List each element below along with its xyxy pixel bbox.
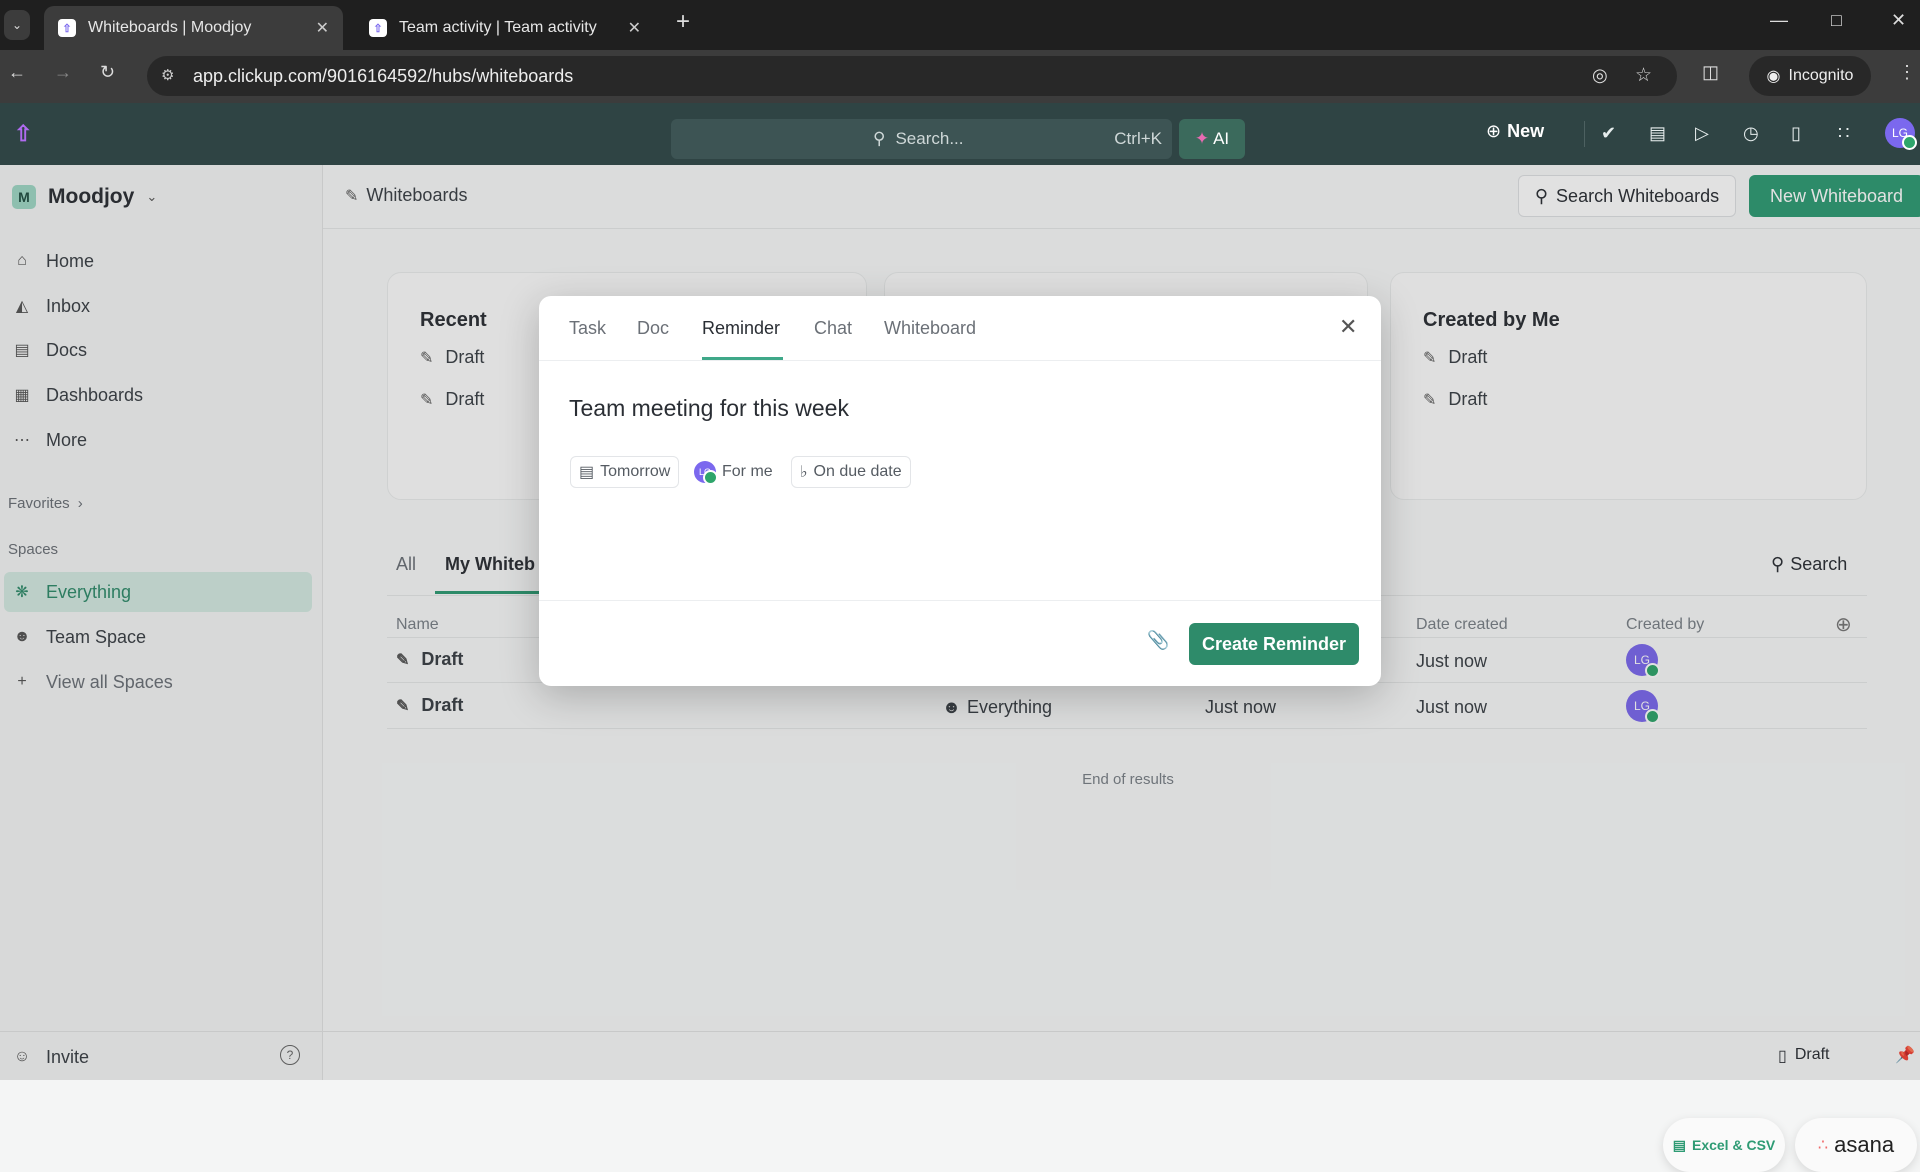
notepad-icon[interactable]: ▤	[1649, 123, 1666, 144]
check-circle-icon[interactable]: ✔	[1601, 123, 1616, 144]
search-icon: ⚲	[873, 129, 886, 148]
ai-sparkle-icon: ✦	[1194, 129, 1210, 148]
new-tab-button[interactable]: +	[676, 8, 690, 36]
alarm-clock-icon[interactable]: ◷	[1743, 123, 1759, 144]
assignee-avatar: LG	[694, 461, 718, 485]
side-panel-icon[interactable]: ◫	[1702, 62, 1719, 83]
assignee-chip[interactable]: LG For me	[689, 456, 782, 488]
global-search-input[interactable]: ⚲ Search... Ctrl+K	[671, 119, 1172, 159]
due-date-chip[interactable]: ▤ Tomorrow	[570, 456, 680, 488]
new-label: New	[1507, 121, 1545, 141]
app-top-bar: ⇧ ⚲ Search... Ctrl+K ✦ AI ⊕ New ✔ ▤ ▷ ◷ ▯ …	[0, 103, 1920, 165]
omnibox[interactable]: ⚙ app.clickup.com/9016164592/hubs/whiteb…	[147, 56, 1677, 96]
incognito-badge[interactable]: ◉ Incognito	[1749, 56, 1871, 96]
create-modal: Task Doc Reminder Chat Whiteboard ✕ Team…	[539, 296, 1381, 686]
site-settings-icon[interactable]: ⚙	[161, 66, 174, 84]
close-tab-icon[interactable]: ✕	[316, 18, 329, 38]
clickup-logo-icon[interactable]: ⇧	[14, 121, 32, 147]
notify-chip[interactable]: ♭ On due date	[791, 456, 911, 488]
video-icon[interactable]: ▷	[1695, 123, 1709, 144]
asana-label: asana	[1834, 1132, 1895, 1157]
minimize-button[interactable]: —	[1770, 10, 1788, 31]
address-bar-row: ← → ↻ ⚙ app.clickup.com/9016164592/hubs/…	[0, 50, 1920, 103]
document-icon[interactable]: ▯	[1791, 123, 1801, 144]
incognito-label: Incognito	[1788, 67, 1854, 84]
modal-tab-reminder[interactable]: Reminder	[702, 318, 780, 339]
reminder-title-input[interactable]: Team meeting for this week	[569, 395, 1349, 422]
tab-title: Team activity | Team activity	[399, 19, 597, 36]
attachment-icon[interactable]: 📎	[1147, 630, 1169, 651]
spreadsheet-icon: ▤	[1672, 1136, 1686, 1153]
modal-tab-task[interactable]: Task	[569, 318, 606, 339]
import-excel-csv-button[interactable]: ▤ Excel & CSV	[1663, 1118, 1785, 1172]
browser-tab-team-activity[interactable]: ⇧ Team activity | Team activity ✕	[355, 6, 655, 50]
notify-label: On due date	[813, 463, 902, 480]
browser-menu-icon[interactable]: ⋮	[1898, 62, 1916, 83]
clickup-favicon-icon: ⇧	[369, 19, 387, 37]
browser-tab-whiteboards[interactable]: ⇧ Whiteboards | Moodjoy ✕	[44, 6, 343, 50]
reload-icon[interactable]: ↻	[100, 62, 115, 83]
create-reminder-button[interactable]: Create Reminder	[1189, 623, 1359, 665]
close-window-button[interactable]: ✕	[1891, 10, 1906, 31]
modal-tab-chat[interactable]: Chat	[814, 318, 852, 339]
back-icon[interactable]: ←	[8, 62, 26, 83]
asana-logo-icon: ∴	[1817, 1137, 1829, 1154]
apps-grid-icon[interactable]: ∷	[1838, 123, 1849, 144]
calendar-icon: ▤	[579, 464, 595, 481]
tab-title: Whiteboards | Moodjoy	[88, 19, 252, 36]
plus-circle-icon: ⊕	[1486, 121, 1502, 141]
close-icon[interactable]: ✕	[1339, 314, 1357, 340]
ai-button[interactable]: ✦ AI	[1179, 119, 1245, 159]
modal-tab-doc[interactable]: Doc	[637, 318, 669, 339]
maximize-button[interactable]: □	[1831, 10, 1842, 31]
import-asana-button[interactable]: ∴ asana	[1795, 1118, 1917, 1172]
bell-icon: ♭	[800, 464, 808, 481]
search-shortcut: Ctrl+K	[1114, 129, 1162, 148]
modal-tab-whiteboard[interactable]: Whiteboard	[884, 318, 976, 339]
due-date-label: Tomorrow	[600, 463, 671, 480]
ai-label: AI	[1213, 129, 1230, 148]
user-avatar[interactable]: LG	[1885, 118, 1917, 150]
incognito-icon: ◉	[1766, 68, 1781, 85]
divider	[1584, 121, 1585, 147]
url-text[interactable]: app.clickup.com/9016164592/hubs/whiteboa…	[193, 66, 573, 87]
tab-search-button[interactable]: ⌄	[4, 10, 30, 40]
browser-tab-strip: ⌄ ⇧ Whiteboards | Moodjoy ✕ ⇧ Team activ…	[0, 0, 1920, 50]
search-placeholder: Search...	[895, 129, 964, 148]
clickup-favicon-icon: ⇧	[58, 19, 76, 37]
excel-label: Excel & CSV	[1691, 1137, 1776, 1153]
assignee-label: For me	[722, 463, 773, 480]
close-tab-icon[interactable]: ✕	[628, 18, 641, 38]
new-button[interactable]: ⊕ New	[1486, 121, 1544, 142]
divider	[539, 600, 1381, 601]
divider	[539, 360, 1381, 361]
star-icon[interactable]: ☆	[1635, 64, 1652, 87]
forward-icon[interactable]: →	[54, 62, 72, 83]
eye-off-icon[interactable]: ◎	[1592, 65, 1608, 86]
